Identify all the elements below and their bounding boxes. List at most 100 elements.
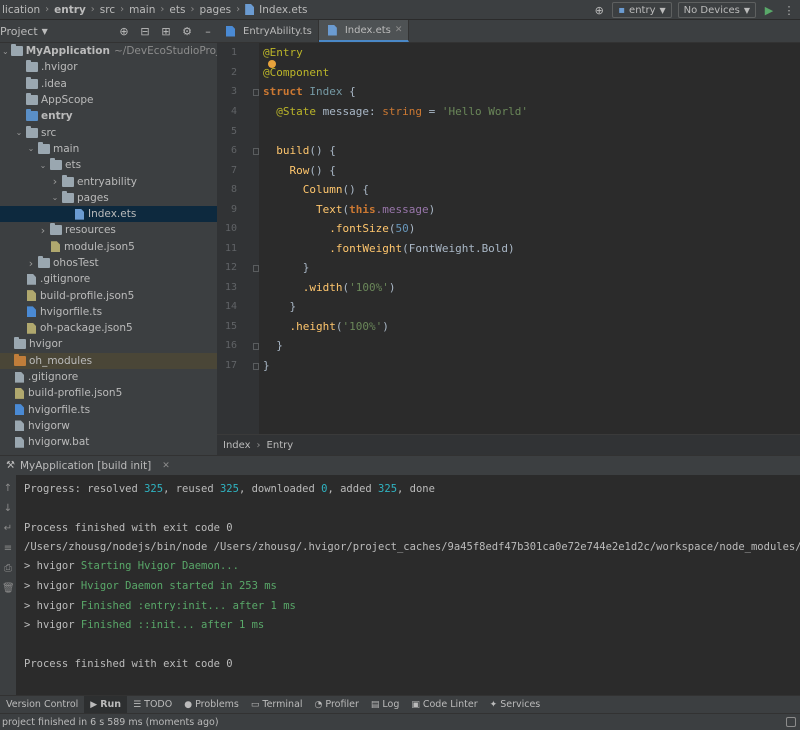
collapse-icon[interactable]: ⊟: [138, 24, 152, 38]
fold-marker-icon[interactable]: [253, 343, 259, 350]
module-selector-label: entry: [629, 4, 656, 16]
tree-item[interactable]: build-profile.json5: [0, 287, 217, 303]
breadcrumb-item-ets[interactable]: ets: [167, 4, 187, 16]
tool-tab-version-control[interactable]: Version Control: [0, 696, 84, 714]
tree-item[interactable]: hvigorfile.ts: [0, 402, 217, 418]
navigation-bar: lication › entry › src › main › ets › pa…: [0, 0, 800, 20]
tool-tab-todo[interactable]: ☰ TODO: [127, 696, 178, 714]
tree-item[interactable]: hvigorfile.ts: [0, 304, 217, 320]
code-line-6: build() {: [276, 144, 336, 157]
fold-marker-icon[interactable]: [253, 148, 259, 155]
tree-item[interactable]: AppScope: [0, 92, 217, 108]
fold-marker-icon[interactable]: [253, 265, 259, 272]
tree-item[interactable]: › entryability: [0, 173, 217, 189]
down-arrow-icon[interactable]: ↓: [2, 503, 14, 515]
tree-item[interactable]: ⌄ pages: [0, 190, 217, 206]
module-selector[interactable]: ▪ entry ▼: [612, 2, 672, 18]
tab-entryability[interactable]: EntryAbility.ts: [217, 20, 319, 42]
tool-tab-label: Problems: [195, 699, 239, 710]
editor-breadcrumb-index[interactable]: Index: [223, 440, 251, 451]
breadcrumb-item-project[interactable]: lication: [0, 4, 42, 16]
expand-icon[interactable]: ⊞: [159, 24, 173, 38]
tree-item[interactable]: .hvigor: [0, 59, 217, 75]
breadcrumb-item-main[interactable]: main: [127, 4, 157, 16]
fold-marker-icon[interactable]: [253, 363, 259, 370]
code-editor[interactable]: 1 2 3 4 5 6 7 8 9 10 11 12 13 14 15 16 17 @Entry @Compon…: [217, 43, 800, 434]
console-output[interactable]: Progress: resolved 325, reused 325, down…: [16, 475, 800, 695]
tree-item[interactable]: oh-package.json5: [0, 320, 217, 336]
tree-item-label: .hvigor: [41, 61, 78, 74]
tree-item[interactable]: entry: [0, 108, 217, 124]
chevron-down-icon[interactable]: ⌄: [26, 144, 36, 153]
tree-item-label: oh-package.json5: [40, 322, 133, 335]
folder-icon: [26, 109, 38, 122]
tree-item[interactable]: build-profile.json5: [0, 385, 217, 401]
chevron-down-icon[interactable]: ⌄: [38, 161, 48, 170]
tree-item[interactable]: oh_modules: [0, 352, 217, 369]
tree-item[interactable]: ⌄ ets: [0, 157, 217, 173]
tool-tab-profiler[interactable]: ◔ Profiler: [309, 696, 365, 714]
print-icon[interactable]: ⎙: [2, 563, 14, 575]
chevron-right-icon[interactable]: ›: [50, 175, 60, 188]
tool-tab-run[interactable]: ▶ Run: [84, 695, 128, 714]
folder-icon: [26, 76, 38, 89]
chevron-right-icon[interactable]: ›: [38, 224, 48, 237]
project-view-selector[interactable]: Project: [0, 25, 38, 38]
close-icon[interactable]: ✕: [162, 461, 170, 471]
chevron-down-icon[interactable]: ▼: [42, 27, 48, 36]
chevron-down-icon[interactable]: ⌄: [50, 193, 60, 202]
line-number: 2: [230, 67, 237, 78]
tool-tab-log[interactable]: ▤ Log: [365, 696, 405, 714]
tab-index[interactable]: Index.ets ✕: [318, 20, 410, 42]
run-toolbar: ↑ ↓ ↵ ≡ ⎙ 🗑: [0, 475, 16, 695]
more-icon[interactable]: ⋮: [782, 3, 796, 17]
trash-icon[interactable]: 🗑: [2, 583, 15, 595]
console-line: > hvigor Finished :entry:init... after 1…: [24, 600, 296, 612]
tree-item[interactable]: .gitignore: [0, 369, 217, 385]
tool-tab-terminal[interactable]: ▭ Terminal: [245, 696, 309, 714]
editor-breadcrumb-entry[interactable]: Entry: [267, 440, 294, 451]
up-arrow-icon[interactable]: ↑: [2, 483, 14, 495]
tool-tab-services[interactable]: ✦ Services: [484, 696, 547, 714]
chevron-down-icon[interactable]: ⌄: [2, 47, 9, 56]
run-icon[interactable]: ▶: [762, 3, 776, 17]
tree-item[interactable]: ⌄ MyApplication~/DevEcoStudioProjects/MyA…: [0, 43, 217, 59]
tree-item[interactable]: .gitignore: [0, 271, 217, 287]
tool-tab-problems[interactable]: ● Problems: [178, 696, 245, 714]
breadcrumb-item-pages[interactable]: pages: [197, 4, 233, 16]
tree-item[interactable]: › resources: [0, 222, 217, 238]
console-line: /Users/zhousg/nodejs/bin/node /Users/zho…: [24, 541, 800, 553]
chevron-right-icon[interactable]: ›: [26, 257, 36, 270]
gear-icon[interactable]: ⚙: [180, 24, 194, 38]
notification-icon[interactable]: [786, 717, 796, 727]
tree-item[interactable]: Index.ets: [0, 205, 217, 223]
tree-item-label: build-profile.json5: [28, 387, 123, 400]
tree-item[interactable]: › ohosTest: [0, 255, 217, 271]
tree-item[interactable]: module.json5: [0, 239, 217, 255]
locate-icon[interactable]: ⊕: [117, 24, 131, 38]
minimize-icon[interactable]: –: [201, 24, 215, 38]
tree-item[interactable]: .idea: [0, 76, 217, 92]
breadcrumb-item-entry[interactable]: entry: [52, 4, 88, 16]
tree-item[interactable]: hvigorw.bat: [0, 434, 217, 450]
fold-marker-icon[interactable]: [253, 89, 259, 96]
breadcrumb-item-src[interactable]: src: [98, 4, 117, 16]
file-icon: [15, 420, 24, 432]
tool-tab-code-linter[interactable]: ▣ Code Linter: [405, 696, 483, 714]
console-line: > hvigor Hvigor Daemon started in 253 ms: [24, 580, 277, 592]
wrap-icon[interactable]: ↵: [2, 523, 14, 535]
device-selector[interactable]: No Devices ▼: [677, 2, 756, 18]
tree-item[interactable]: ⌄ src: [0, 124, 217, 140]
location-target-icon[interactable]: ⊕: [592, 3, 606, 17]
breadcrumb-item-index[interactable]: Index.ets: [257, 4, 309, 16]
tree-item-label: hvigorfile.ts: [28, 403, 91, 416]
chevron-down-icon[interactable]: ⌄: [14, 128, 24, 137]
close-icon[interactable]: ✕: [395, 25, 403, 35]
tree-item[interactable]: ⌄ main: [0, 141, 217, 157]
sort-icon[interactable]: ≡: [2, 543, 14, 555]
tree-item-label: entry: [41, 110, 73, 123]
chevron-down-icon: ▼: [743, 5, 750, 15]
tree-item[interactable]: hvigor: [0, 336, 217, 352]
run-tab[interactable]: ⚒ MyApplication [build init] ✕: [0, 460, 170, 472]
tree-item[interactable]: hvigorw: [0, 418, 217, 434]
